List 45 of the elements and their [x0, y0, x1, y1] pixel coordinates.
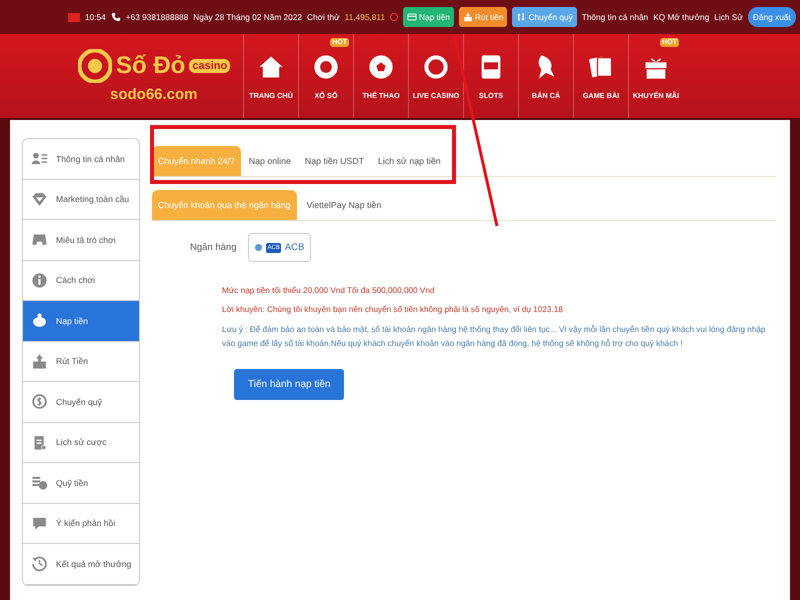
notice-text: Lời khuyên: Chúng tôi khuyên bạn nên chuyển số tiền không phải là số nguyên, ví dụ 1023.18	[222, 304, 564, 316]
refresh-icon[interactable]	[390, 13, 398, 21]
info-icon	[31, 272, 48, 289]
diamond-icon	[31, 190, 48, 208]
phone-icon	[110, 12, 121, 22]
top-link[interactable]: Thông tin cá nhân	[582, 12, 648, 22]
balance-amount: 11,495,811	[344, 12, 385, 22]
trial-label: Chơi thử	[307, 12, 340, 22]
logo-domain: sodo66.com	[110, 86, 198, 103]
date-text: Ngày 28 Tháng 02 Năm 2022	[193, 12, 302, 22]
tab[interactable]: Lịch sử nạp tiền	[372, 146, 447, 176]
subtab[interactable]: ViettelPay Nạp tiền	[300, 190, 388, 220]
sidebar-item[interactable]: Ý kiến phản hồi	[23, 504, 139, 544]
sidebar-item[interactable]: Rút Tiền	[23, 342, 139, 382]
withdraw-icon	[31, 352, 48, 370]
phone-number: +63 9381888888	[126, 12, 188, 22]
clock-time: 10:54	[85, 12, 106, 22]
sidebar-item[interactable]: Nạp tiền	[23, 301, 139, 342]
sidebar-item[interactable]: Marketing toàn cầu	[23, 180, 139, 220]
withdraw-icon	[462, 12, 473, 22]
radio-dot[interactable]	[255, 244, 262, 251]
swirl-logo-icon	[78, 49, 112, 83]
bank-label: Ngân hàng	[190, 242, 236, 253]
coin-stack-icon	[31, 474, 48, 492]
flag-icon	[68, 12, 80, 22]
sidebar-item[interactable]: Chuyển quỹ	[23, 382, 139, 422]
sidebar-item[interactable]: Quỹ tiền	[23, 463, 139, 504]
soccer-ball-icon	[367, 52, 395, 80]
card-icon	[406, 12, 417, 22]
tab[interactable]: Nạp tiền USDT	[298, 146, 370, 176]
notice-text: Mức nạp tiền tối thiểu 20,000 Vnd Tối đa 500,000,000 Vnd	[222, 285, 436, 297]
sidebar-item[interactable]: Kết quả mở thưởng	[23, 544, 139, 584]
notice-text: Lưu ý : Để đảm bảo an toàn và bảo mật, số tài khoản ngân hàng hệ thống thay đổi liên tục... Vì vậy mỗi lần chuyển tiền quý khách vui lòng đăng nhập vào game để lấy số tài khoản.Nếu quý khách chuyển khoản vào ngân hàng đã đóng, hệ thống sẽ không hỗ trợ cho quý khách !	[222, 324, 766, 350]
sidebar-item[interactable]: Thông tin cá nhân	[23, 139, 139, 180]
history-icon	[31, 555, 48, 572]
top-link[interactable]: Lịch Sử	[714, 12, 743, 22]
top-link[interactable]: KQ Mở thưởng	[653, 12, 710, 22]
submit-button[interactable]: Tiến hành nạp tiền	[234, 369, 344, 400]
tab[interactable]: Nạp online	[242, 146, 297, 176]
logo-name: Số Đỏ	[116, 52, 186, 80]
logo-badge: casino	[189, 59, 230, 73]
sidebar-item[interactable]: Lịch sử cược	[23, 422, 139, 463]
dollar-circle-icon	[31, 393, 48, 410]
arrows-icon	[516, 12, 526, 22]
sidebar-item[interactable]: Miêu tả trò chơi	[23, 220, 139, 260]
